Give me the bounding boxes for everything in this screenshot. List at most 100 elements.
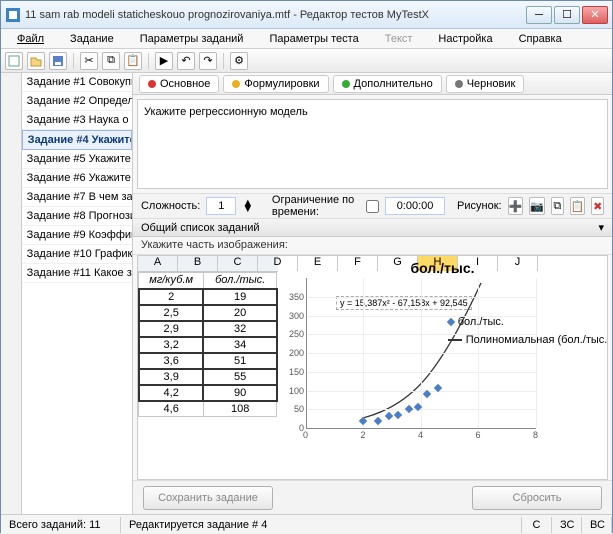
menu-help[interactable]: Справка — [507, 31, 574, 47]
leftbtn-9[interactable] — [2, 235, 20, 253]
status-editing: Редактируется задание # 4 — [121, 517, 522, 533]
menu-task[interactable]: Задание — [58, 31, 126, 47]
menu-testparams[interactable]: Параметры теста — [257, 31, 370, 47]
question-item-5[interactable]: Задание #5 Укажите три — [22, 150, 132, 169]
picture-copy-icon[interactable]: ⧉ — [551, 197, 564, 215]
list-header: Общий список заданий ▾ — [133, 219, 612, 237]
tb-paste-icon[interactable]: 📋 — [124, 52, 142, 70]
status-zc: ЗС — [552, 517, 582, 533]
chart-legend: бол./тыс. Полиномиальная (бол./тыс.) — [448, 316, 608, 352]
picture-label: Рисунок: — [457, 200, 502, 212]
leftbtn-7[interactable] — [2, 195, 20, 213]
ytick: 50 — [294, 404, 304, 414]
status-total: Всего заданий: 11 — [1, 517, 121, 533]
difficulty-input[interactable] — [206, 197, 236, 215]
leftbtn-3[interactable] — [2, 115, 20, 133]
reset-button[interactable]: Сбросить — [472, 486, 602, 510]
leftbtn-5[interactable] — [2, 155, 20, 173]
table-row: 2,932 — [139, 321, 277, 337]
minimize-button[interactable]: ─ — [526, 6, 552, 24]
tb-settings-icon[interactable]: ⚙ — [230, 52, 248, 70]
xtick: 8 — [533, 430, 538, 440]
left-tool-column — [1, 73, 22, 514]
question-text-pane: Укажите регрессионную модель — [137, 99, 608, 189]
picture-add-icon[interactable]: ➕ — [508, 197, 524, 215]
table-row: 4,6108 — [139, 401, 277, 417]
col-header-C[interactable]: C — [218, 256, 258, 271]
menu-taskparams[interactable]: Параметры заданий — [128, 31, 256, 47]
col-header-B[interactable]: B — [178, 256, 218, 271]
question-item-1[interactable]: Задание #1 Совокупность — [22, 73, 132, 92]
difficulty-down[interactable]: ▼ — [242, 206, 253, 212]
menu-bar: Файл Задание Параметры заданий Параметры… — [1, 29, 612, 49]
tb-open-icon[interactable] — [27, 52, 45, 70]
dropdown-icon[interactable]: ▾ — [598, 221, 604, 234]
table-row: 2,520 — [139, 305, 277, 321]
xtick: 0 — [303, 430, 308, 440]
question-item-4[interactable]: Задание #4 Укажите — [22, 130, 132, 150]
leftbtn-11[interactable] — [2, 275, 20, 293]
picture-paste-icon[interactable]: 📋 — [570, 197, 586, 215]
leftbtn-2[interactable] — [2, 95, 20, 113]
ytick: 100 — [289, 386, 304, 396]
question-item-11[interactable]: Задание #11 Какое знач — [22, 264, 132, 283]
subtab-draft[interactable]: Черновик — [446, 75, 525, 93]
save-task-button[interactable]: Сохранить задание — [143, 486, 273, 510]
ytick: 250 — [289, 329, 304, 339]
tb-run-icon[interactable]: ▶ — [155, 52, 173, 70]
question-item-6[interactable]: Задание #6 Укажите так — [22, 169, 132, 188]
tb-redo-icon[interactable]: ↷ — [199, 52, 217, 70]
window-title: 11 sam rab modeli staticheskouo prognozi… — [25, 9, 526, 21]
question-list: Задание #1 СовокупностьЗадание #2 Опреде… — [22, 73, 133, 514]
tb-save-icon[interactable] — [49, 52, 67, 70]
question-item-2[interactable]: Задание #2 Определите — [22, 92, 132, 111]
tb-new-icon[interactable] — [5, 52, 23, 70]
menu-text: Текст — [373, 31, 425, 47]
tb-copy-icon[interactable]: ⧉ — [102, 52, 120, 70]
tb-undo-icon[interactable]: ↶ — [177, 52, 195, 70]
table-row: 3,234 — [139, 337, 277, 353]
status-c: С — [522, 517, 552, 533]
leftbtn-4[interactable] — [2, 135, 20, 153]
ytick: 300 — [289, 311, 304, 321]
table-row: 3,651 — [139, 353, 277, 369]
chart-title: бол./тыс. — [286, 260, 599, 276]
question-item-3[interactable]: Задание #3 Наука о сборе — [22, 111, 132, 130]
xtick: 4 — [418, 430, 423, 440]
xtick: 2 — [360, 430, 365, 440]
picture-delete-icon[interactable]: ✖ — [591, 197, 604, 215]
difficulty-label: Сложность: — [141, 200, 200, 212]
leftbtn-1[interactable] — [2, 75, 20, 93]
question-item-10[interactable]: Задание #10 График рег — [22, 245, 132, 264]
subtab-form[interactable]: Формулировки — [223, 75, 328, 93]
status-vc: ВС — [582, 517, 612, 533]
ytick: 350 — [289, 292, 304, 302]
leftbtn-10[interactable] — [2, 255, 20, 273]
subtab-main[interactable]: Основное — [139, 75, 219, 93]
table-row: 4,290 — [139, 385, 277, 401]
close-button[interactable]: ✕ — [582, 6, 608, 24]
menu-file[interactable]: Файл — [5, 31, 56, 47]
maximize-button[interactable]: ☐ — [554, 6, 580, 24]
question-item-8[interactable]: Задание #8 Прогнозиров — [22, 207, 132, 226]
spreadsheet: ABCDEFGHIJ мг/куб.мбол./тыс. 2192,5202,9… — [137, 255, 608, 480]
table-row: 3,955 — [139, 369, 277, 385]
ytick: 150 — [289, 367, 304, 377]
subtab-extra[interactable]: Дополнительно — [333, 75, 442, 93]
image-prompt: Укажите часть изображения: — [133, 237, 612, 255]
ytick: 200 — [289, 348, 304, 358]
menu-settings[interactable]: Настройка — [426, 31, 504, 47]
picture-camera-icon[interactable]: 📷 — [529, 197, 545, 215]
table-row: 219 — [139, 289, 277, 305]
question-item-7[interactable]: Задание #7 В чем заключ — [22, 188, 132, 207]
question-text: Укажите регрессионную модель — [144, 106, 308, 118]
timelimit-label: Ограничение по времени: — [272, 194, 360, 218]
param-row: Сложность: ▲ ▼ Ограничение по времени: Р… — [133, 193, 612, 219]
question-item-9[interactable]: Задание #9 Коэффициен — [22, 226, 132, 245]
timelimit-checkbox[interactable] — [366, 200, 379, 213]
tb-cut-icon[interactable]: ✂ — [80, 52, 98, 70]
timelimit-input[interactable] — [385, 197, 445, 215]
leftbtn-6[interactable] — [2, 175, 20, 193]
leftbtn-8[interactable] — [2, 215, 20, 233]
col-header-A[interactable]: A — [138, 256, 178, 271]
